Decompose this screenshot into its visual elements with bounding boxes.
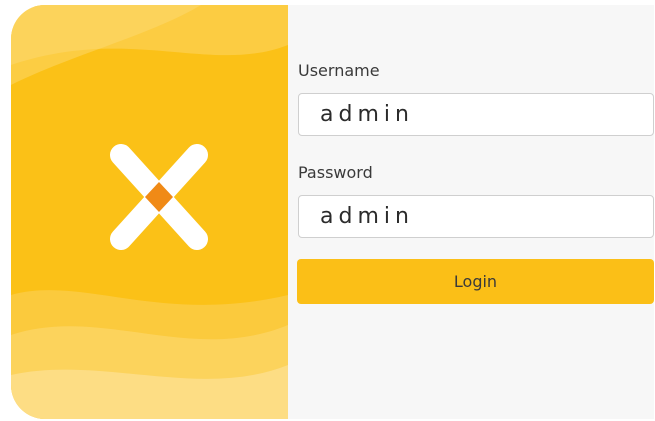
login-form: Username Password Login (288, 5, 654, 419)
login-button[interactable]: Login (297, 259, 654, 304)
username-input[interactable] (298, 93, 654, 136)
brand-panel (11, 5, 288, 419)
username-label: Username (298, 61, 380, 80)
x-logo-icon (110, 144, 208, 250)
login-card: Username Password Login (11, 5, 654, 419)
password-input[interactable] (298, 195, 654, 238)
password-label: Password (298, 163, 373, 182)
